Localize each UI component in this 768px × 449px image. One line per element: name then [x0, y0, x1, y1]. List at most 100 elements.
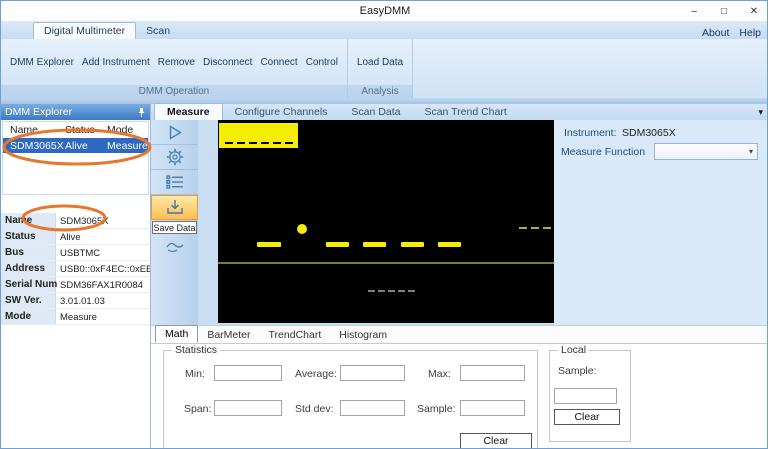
- title-bar: EasyDMM – □ ✕: [1, 1, 768, 21]
- list-button[interactable]: [151, 170, 198, 195]
- instrument-table: Name Status Mode SDM3065X Alive Measure: [2, 121, 149, 195]
- prop-label: Status: [1, 229, 56, 244]
- tab-scan-trend-chart[interactable]: Scan Trend Chart: [412, 104, 518, 120]
- min-label: Min:: [185, 368, 205, 380]
- col-name: Name: [3, 124, 65, 136]
- prop-value: Alive: [56, 229, 150, 244]
- prop-row-swver: SW Ver. 3.01.01.03: [1, 293, 150, 309]
- measure-content: Save Data: [151, 120, 768, 325]
- prop-value: SDM36FAX1R0084: [56, 277, 150, 292]
- maximize-icon[interactable]: □: [709, 1, 739, 21]
- ribbon-tab-bar: Digital Multimeter Scan About Help: [1, 21, 768, 39]
- display-divider: [218, 262, 554, 264]
- prop-label: Serial Num: [1, 277, 56, 292]
- local-title: Local: [558, 344, 589, 356]
- tab-scan-data[interactable]: Scan Data: [339, 104, 412, 120]
- stddev-field[interactable]: [340, 400, 405, 416]
- prop-label: Mode: [1, 309, 56, 324]
- max-label: Max:: [428, 368, 451, 380]
- tab-math[interactable]: Math: [155, 325, 198, 343]
- tab-barmeter[interactable]: BarMeter: [198, 327, 259, 343]
- save-data-button[interactable]: [151, 195, 198, 220]
- dmm-explorer-panel-title: DMM Explorer: [5, 106, 72, 118]
- prop-row-status: Status Alive: [1, 229, 150, 245]
- instrument-info-panel: Instrument: SDM3065X Measure Function ▾: [554, 120, 768, 325]
- help-links: About Help: [702, 27, 768, 39]
- average-field[interactable]: [340, 365, 405, 381]
- statistics-title: Statistics: [172, 344, 220, 356]
- display-range-indicator: [219, 123, 298, 148]
- sample-field[interactable]: [460, 400, 525, 416]
- prop-value: SDM3065X: [56, 213, 150, 228]
- dmm-explorer-button[interactable]: DMM Explorer: [10, 57, 74, 68]
- help-link[interactable]: Help: [739, 27, 761, 39]
- group-label-analysis: Analysis: [348, 85, 412, 98]
- settings-button[interactable]: [151, 145, 198, 170]
- connect-button[interactable]: Connect: [260, 57, 297, 68]
- span-field[interactable]: [214, 400, 282, 416]
- display-secondary-reading: [368, 290, 415, 292]
- save-data-tooltip: Save Data: [152, 221, 197, 234]
- tab-measure[interactable]: Measure: [154, 103, 223, 120]
- local-clear-button[interactable]: Clear: [554, 409, 620, 425]
- disconnect-button[interactable]: Disconnect: [203, 57, 252, 68]
- prop-row-name: Name SDM3065X: [1, 213, 150, 229]
- col-status: Status: [65, 124, 107, 136]
- about-link[interactable]: About: [702, 27, 729, 39]
- tab-scan[interactable]: Scan: [136, 23, 180, 39]
- list-icon: [166, 175, 184, 189]
- instrument-table-header: Name Status Mode: [3, 122, 148, 138]
- bottom-tab-bar: Math BarMeter TrendChart Histogram: [151, 326, 768, 344]
- prop-value: 3.01.01.03: [56, 293, 150, 308]
- measure-function-dropdown[interactable]: ▾: [654, 143, 758, 160]
- instrument-status: Alive: [65, 140, 107, 152]
- pin-icon[interactable]: [137, 107, 146, 118]
- table-row-sdm3065x[interactable]: SDM3065X Alive Measure: [3, 138, 148, 153]
- prop-row-bus: Bus USBTMC: [1, 245, 150, 261]
- prop-label: Name: [1, 213, 56, 228]
- tab-configure-channels[interactable]: Configure Channels: [223, 104, 340, 120]
- min-field[interactable]: [214, 365, 282, 381]
- load-data-button[interactable]: Load Data: [357, 57, 403, 68]
- group-analysis: Load Data Analysis: [348, 39, 413, 98]
- minimize-icon[interactable]: –: [679, 1, 709, 21]
- stddev-label: Std dev:: [295, 403, 334, 415]
- measure-function-label: Measure Function: [561, 146, 645, 158]
- group-dmm-operation: DMM Explorer Add Instrument Remove Disco…: [1, 39, 348, 98]
- average-label: Average:: [295, 368, 337, 380]
- dmm-display: [218, 120, 554, 323]
- col-mode: Mode: [107, 124, 147, 136]
- close-icon[interactable]: ✕: [739, 1, 768, 21]
- sample-label: Sample:: [417, 403, 456, 415]
- gear-icon: [166, 148, 184, 166]
- bottom-panel: Math BarMeter TrendChart Histogram Stati…: [151, 325, 768, 449]
- remove-button[interactable]: Remove: [158, 57, 195, 68]
- run-button[interactable]: [151, 120, 198, 145]
- instrument-value: SDM3065X: [622, 127, 676, 139]
- tab-histogram[interactable]: Histogram: [330, 327, 396, 343]
- add-instrument-button[interactable]: Add Instrument: [82, 57, 150, 68]
- window-title: EasyDMM: [1, 5, 768, 17]
- max-field[interactable]: [460, 365, 525, 381]
- local-sample-label: Sample:: [558, 365, 597, 377]
- handshake-button[interactable]: [151, 234, 198, 260]
- statistics-clear-button[interactable]: Clear: [460, 433, 532, 449]
- chevron-down-icon: ▾: [749, 147, 753, 156]
- local-sample-field[interactable]: [554, 388, 617, 404]
- prop-value: Measure: [56, 309, 150, 324]
- dmm-explorer-panel: DMM Explorer Name Status Mode SDM3065X A…: [1, 104, 151, 449]
- tab-trendchart[interactable]: TrendChart: [260, 327, 331, 343]
- control-button[interactable]: Control: [306, 57, 338, 68]
- tab-digital-multimeter[interactable]: Digital Multimeter: [33, 22, 136, 39]
- tabbar-caret-icon[interactable]: ▾: [758, 107, 763, 118]
- prop-row-mode: Mode Measure: [1, 309, 150, 325]
- play-icon: [167, 125, 183, 140]
- prop-row-serial: Serial Num SDM36FAX1R0084: [1, 277, 150, 293]
- instrument-label: Instrument:: [564, 127, 617, 139]
- ribbon: DMM Explorer Add Instrument Remove Disco…: [1, 39, 768, 98]
- group-label-dmm-operation: DMM Operation: [1, 85, 347, 98]
- statistics-groupbox: Statistics Min: Average: Max: Span: Std …: [163, 350, 538, 449]
- dmm-explorer-panel-header: DMM Explorer: [1, 104, 150, 120]
- instrument-mode: Measure: [107, 140, 147, 152]
- prop-value: USB0::0xF4EC::0xEE38::...: [56, 261, 150, 276]
